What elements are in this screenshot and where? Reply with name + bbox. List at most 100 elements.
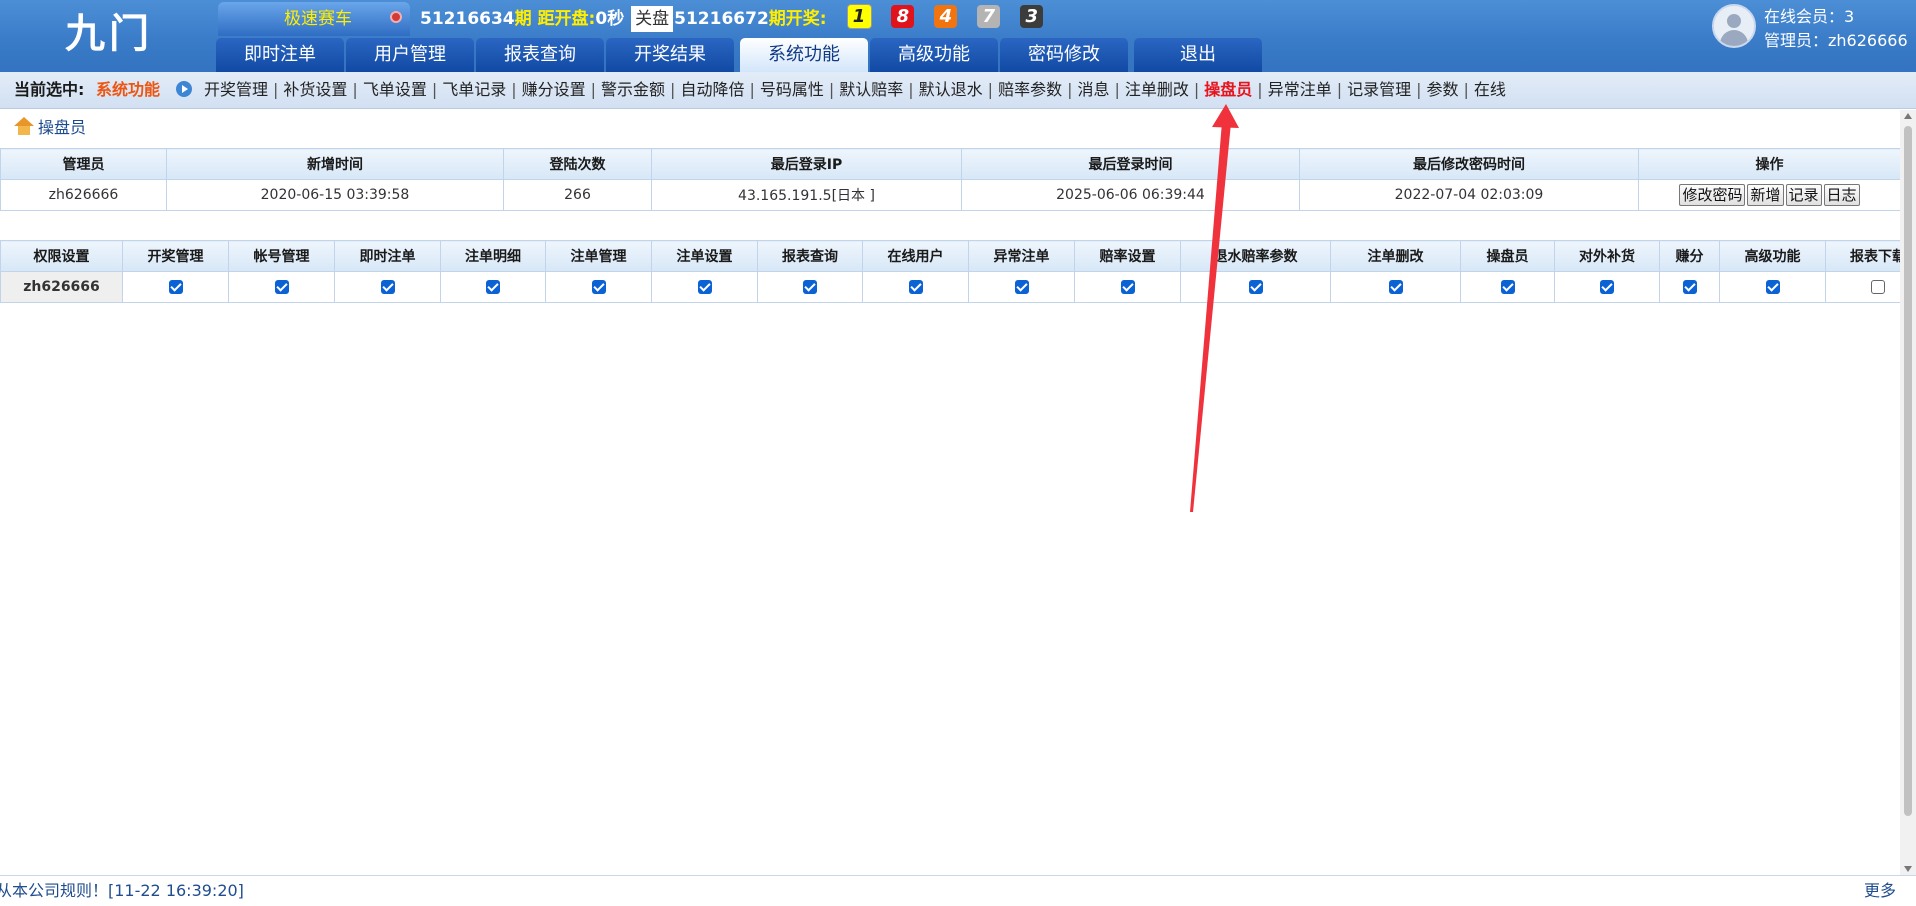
sub-navigation: 当前选中: 系统功能 开奖管理|补货设置|飞单设置|飞单记录|赚分设置|警示金额… [0, 72, 1916, 109]
tab-draw-results[interactable]: 开奖结果 [606, 38, 734, 72]
round-suffix: 期 [515, 9, 532, 29]
permission-checkbox[interactable] [169, 280, 183, 294]
subnav-link[interactable]: 参数 [1427, 80, 1459, 99]
countdown-value: 0秒 [595, 9, 624, 29]
scroll-down-icon[interactable] [1904, 866, 1912, 872]
subnav-link[interactable]: 默认退水 [919, 80, 983, 99]
result-ball: 7 [977, 5, 1000, 28]
scroll-up-icon[interactable] [1904, 113, 1912, 119]
separator: | [273, 80, 278, 99]
separator: | [1067, 80, 1072, 99]
permission-checkbox[interactable] [381, 280, 395, 294]
table-row: zh626666 2020-06-15 03:39:58 266 43.165.… [1, 180, 1901, 211]
permission-checkbox[interactable] [1871, 280, 1885, 294]
permission-checkbox[interactable] [909, 280, 923, 294]
change-password-button[interactable]: 修改密码 [1679, 184, 1745, 206]
subnav-link[interactable]: 号码属性 [760, 80, 824, 99]
separator: | [591, 80, 596, 99]
tab-live-bets[interactable]: 即时注单 [216, 38, 344, 72]
separator: | [1337, 80, 1342, 99]
subnav-link[interactable]: 异常注单 [1268, 80, 1332, 99]
subnav-link[interactable]: 自动降倍 [680, 80, 744, 99]
last-login-ip: 43.165.191.5[日本 ] [652, 180, 962, 211]
column-header: 新增时间 [167, 149, 504, 180]
permission-cell [1660, 272, 1720, 303]
table-row: zh626666 [1, 272, 1916, 303]
subnav-link[interactable]: 记录管理 [1347, 80, 1411, 99]
tab-reports[interactable]: 报表查询 [476, 38, 604, 72]
permission-cell [1075, 272, 1181, 303]
permission-checkbox[interactable] [486, 280, 500, 294]
permission-checkbox[interactable] [592, 280, 606, 294]
tab-user-management[interactable]: 用户管理 [346, 38, 474, 72]
permission-cell [1555, 272, 1660, 303]
column-header: 最后修改密码时间 [1300, 149, 1639, 180]
column-header: 开奖管理 [123, 241, 229, 272]
column-header: 登陆次数 [504, 149, 652, 180]
current-round: 51216634 [420, 9, 515, 29]
more-link[interactable]: 更多 [1864, 876, 1896, 906]
online-members: 在线会员：3 [1764, 5, 1908, 29]
notice-marquee[interactable]: 从本公司规则！[11-22 16:39:20] [0, 876, 244, 906]
last-password-change-time: 2022-07-04 02:03:09 [1300, 180, 1639, 211]
subnav-link[interactable]: 飞单记录 [442, 80, 506, 99]
permission-checkbox[interactable] [1389, 280, 1403, 294]
tab-advanced[interactable]: 高级功能 [870, 38, 998, 72]
permission-checkbox[interactable] [1600, 280, 1614, 294]
subnav-links: 开奖管理 | 补货设置 | 飞单设置 | 飞单记录 | 赚分设置 | 警示金额 | 自动降倍 | 号码属性 |… [204, 72, 1506, 108]
permission-cell [969, 272, 1075, 303]
subnav-link[interactable]: 赔率参数 [998, 80, 1062, 99]
permission-checkbox[interactable] [1015, 280, 1029, 294]
add-button[interactable]: 新增 [1747, 184, 1783, 206]
permission-checkbox[interactable] [1683, 280, 1697, 294]
column-header: 注单管理 [546, 241, 652, 272]
table-header-row: 管理员 新增时间 登陆次数 最后登录IP 最后登录时间 最后修改密码时间 操作 [1, 149, 1901, 180]
permission-checkbox[interactable] [275, 280, 289, 294]
separator: | [1464, 80, 1469, 99]
tab-logout[interactable]: 退出 [1134, 38, 1262, 72]
column-header: 注单删改 [1331, 241, 1461, 272]
admin-table: 管理员 新增时间 登陆次数 最后登录IP 最后登录时间 最后修改密码时间 操作 … [0, 148, 1901, 211]
subnav-link[interactable]: 赚分设置 [522, 80, 586, 99]
tab-system-functions[interactable]: 系统功能 [740, 38, 868, 72]
subnav-link[interactable]: 消息 [1077, 80, 1109, 99]
scroll-thumb[interactable] [1904, 126, 1912, 816]
round-info: 51216634期 距开盘:0秒 关盘51216672期开奖: 1 8 4 7 … [420, 2, 1043, 36]
permission-checkbox[interactable] [1501, 280, 1515, 294]
permission-cell [123, 272, 229, 303]
permission-checkbox[interactable] [803, 280, 817, 294]
column-header: 赔率设置 [1075, 241, 1181, 272]
log-button[interactable]: 日志 [1824, 184, 1860, 206]
separator: | [511, 80, 516, 99]
permission-checkbox[interactable] [1766, 280, 1780, 294]
records-button[interactable]: 记录 [1786, 184, 1822, 206]
permission-cell [863, 272, 969, 303]
separator: | [988, 80, 993, 99]
separator: | [1194, 80, 1199, 99]
permission-checkbox[interactable] [1249, 280, 1263, 294]
subnav-link[interactable]: 默认赔率 [839, 80, 903, 99]
game-selector[interactable]: 极速赛车 [218, 2, 410, 36]
created-time: 2020-06-15 03:39:58 [167, 180, 504, 211]
subnav-link[interactable]: 补货设置 [283, 80, 347, 99]
tab-change-password[interactable]: 密码修改 [1000, 38, 1128, 72]
column-header: 管理员 [1, 149, 167, 180]
permission-cell [1461, 272, 1555, 303]
current-section-label: 当前选中: [14, 72, 84, 108]
subnav-link[interactable]: 操盘员 [1204, 80, 1252, 99]
vertical-scrollbar[interactable] [1900, 110, 1916, 875]
subnav-link[interactable]: 飞单设置 [363, 80, 427, 99]
last-round: 51216672 [674, 9, 769, 29]
admin-username: zh626666 [1, 180, 167, 211]
permission-checkbox[interactable] [698, 280, 712, 294]
home-icon[interactable] [14, 117, 34, 135]
permission-checkbox[interactable] [1121, 280, 1135, 294]
subnav-link[interactable]: 开奖管理 [204, 80, 268, 99]
breadcrumb: 操盘员 [14, 114, 86, 142]
record-icon[interactable] [390, 11, 402, 23]
subnav-link[interactable]: 在线 [1474, 80, 1506, 99]
column-header: 最后登录时间 [962, 149, 1300, 180]
separator: | [432, 80, 437, 99]
subnav-link[interactable]: 注单删改 [1125, 80, 1189, 99]
subnav-link[interactable]: 警示金额 [601, 80, 665, 99]
